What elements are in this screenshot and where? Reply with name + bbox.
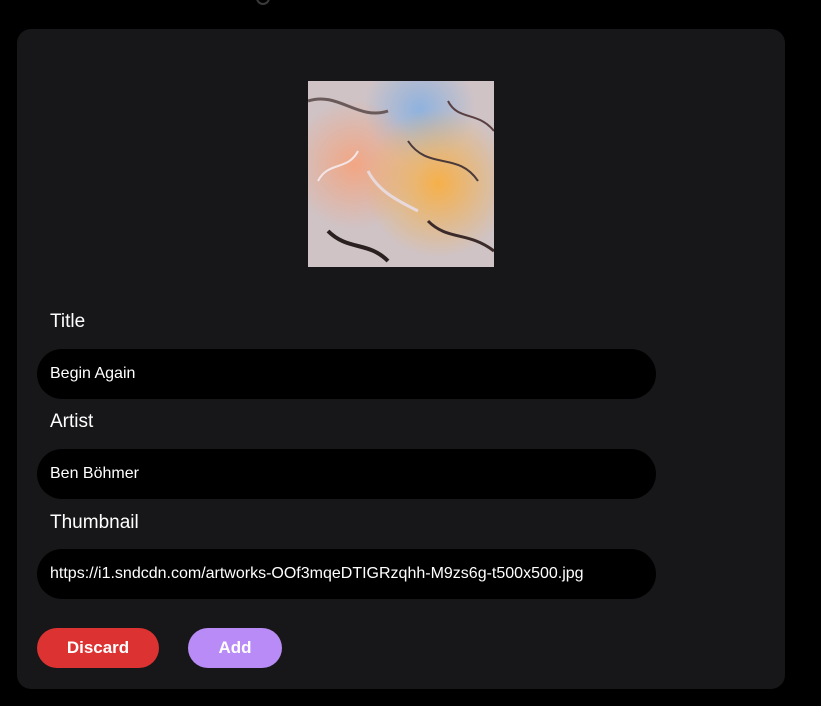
thumbnail-url-input[interactable]	[37, 549, 656, 599]
title-label: Title	[50, 311, 86, 332]
artwork-image	[308, 81, 494, 267]
artist-input[interactable]	[37, 449, 656, 499]
scroll-indicator-icon	[256, 0, 270, 5]
add-track-card: Title Artist Thumbnail Discard Add	[17, 29, 785, 689]
title-input[interactable]	[37, 349, 656, 399]
artist-label: Artist	[50, 411, 94, 432]
thumbnail-label: Thumbnail	[50, 512, 139, 533]
discard-button[interactable]: Discard	[37, 628, 159, 668]
add-button[interactable]: Add	[188, 628, 282, 668]
album-artwork-preview	[308, 81, 494, 267]
